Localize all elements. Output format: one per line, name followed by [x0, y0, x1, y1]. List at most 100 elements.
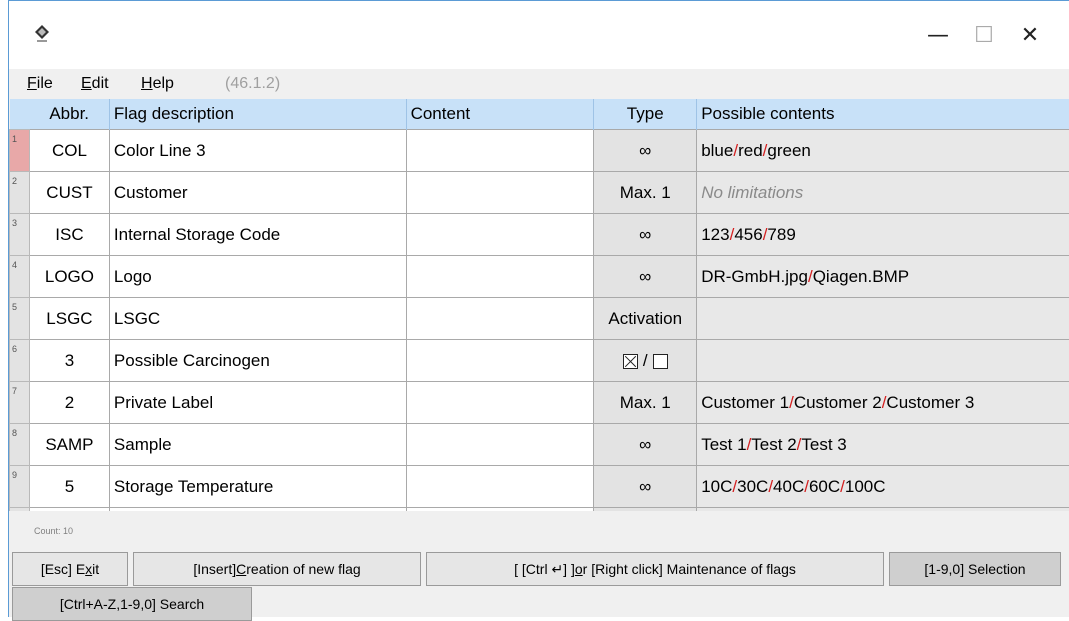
content-cell[interactable]: [406, 466, 594, 508]
abbr-cell[interactable]: SAMP: [29, 424, 109, 466]
type-cell[interactable]: Max. 1: [594, 382, 697, 424]
unchecked-checkbox-icon: [653, 354, 668, 369]
possible-contents-cell[interactable]: [697, 340, 1069, 382]
possible-contents-cell[interactable]: 123/456/789: [697, 214, 1069, 256]
table-row[interactable]: 63Possible Carcinogen /: [10, 340, 1069, 382]
content-cell[interactable]: [406, 214, 594, 256]
possible-value: 789: [767, 225, 795, 244]
row-number[interactable]: 9: [10, 466, 30, 508]
abbr-cell[interactable]: CUST: [29, 172, 109, 214]
row-number[interactable]: 4: [10, 256, 30, 298]
table-row[interactable]: 4LOGOLogo ∞DR-GmbH.jpg/Qiagen.BMP: [10, 256, 1069, 298]
type-separator: /: [643, 351, 648, 370]
abbr-cell[interactable]: LOGO: [29, 256, 109, 298]
row-count: Count: 10: [34, 526, 73, 536]
description-cell[interactable]: Storage Temperature: [109, 466, 406, 508]
content-cell[interactable]: [406, 340, 594, 382]
selection-button[interactable]: [1-9,0] Selection: [889, 552, 1061, 586]
abbr-cell[interactable]: ISC: [29, 214, 109, 256]
description-cell[interactable]: Sample: [109, 424, 406, 466]
menu-bar: File Edit Help (46.1.2): [9, 69, 1069, 99]
table-row[interactable]: 3ISCInternal Storage Code ∞123/456/789: [10, 214, 1069, 256]
content-cell[interactable]: [406, 382, 594, 424]
content-cell[interactable]: [406, 130, 594, 172]
content-cell[interactable]: [406, 256, 594, 298]
possible-contents-cell[interactable]: No limitations: [697, 172, 1069, 214]
abbr-cell[interactable]: 4: [29, 508, 109, 512]
possible-contents-cell[interactable]: Test 1/Test 2/Test 3: [697, 424, 1069, 466]
description-cell[interactable]: LSGC: [109, 298, 406, 340]
maximize-button[interactable]: ☐: [961, 13, 1007, 57]
menu-file[interactable]: File: [27, 75, 53, 93]
possible-contents-cell[interactable]: Customer 1/Customer 2/Customer 3: [697, 382, 1069, 424]
type-cell[interactable]: ∞: [594, 256, 697, 298]
type-cell[interactable]: Activation: [594, 298, 697, 340]
content-cell[interactable]: [406, 424, 594, 466]
table-row[interactable]: 8SAMPSample ∞Test 1/Test 2/Test 3: [10, 424, 1069, 466]
minimize-button[interactable]: —: [915, 13, 961, 57]
table-row[interactable]: 95Storage Temperature ∞10C/30C/40C/60C/10…: [10, 466, 1069, 508]
column-header-content[interactable]: Content: [406, 99, 594, 130]
possible-contents-cell[interactable]: 10C/30C/40C/60C/100C: [697, 466, 1069, 508]
exit-button[interactable]: [Esc] Exit: [12, 552, 128, 586]
possible-contents-cell[interactable]: blue/red/green: [697, 130, 1069, 172]
row-number[interactable]: 7: [10, 382, 30, 424]
possible-value: Customer 2: [794, 393, 882, 412]
row-number[interactable]: 5: [10, 298, 30, 340]
description-cell[interactable]: Tumor Promoter: [109, 508, 406, 512]
possible-contents-cell[interactable]: DR-GmbH.jpg/Qiagen.BMP: [697, 256, 1069, 298]
description-cell[interactable]: Color Line 3: [109, 130, 406, 172]
table-row[interactable]: 04Tumor Promoter Activation: [10, 508, 1069, 512]
abbr-cell[interactable]: COL: [29, 130, 109, 172]
content-cell[interactable]: [406, 508, 594, 512]
type-cell[interactable]: Activation: [594, 508, 697, 512]
column-header-type[interactable]: Type: [594, 99, 697, 130]
row-number[interactable]: 0: [10, 508, 30, 512]
app-logo-icon: [31, 23, 53, 45]
type-cell[interactable]: ∞: [594, 424, 697, 466]
row-number[interactable]: 2: [10, 172, 30, 214]
row-number[interactable]: 1: [10, 130, 30, 172]
type-cell[interactable]: ∞: [594, 466, 697, 508]
no-limitations-text: No limitations: [701, 183, 803, 202]
row-number[interactable]: 8: [10, 424, 30, 466]
possible-value: Test 3: [801, 435, 846, 454]
content-cell[interactable]: [406, 172, 594, 214]
abbr-cell[interactable]: 2: [29, 382, 109, 424]
description-cell[interactable]: Logo: [109, 256, 406, 298]
type-cell[interactable]: ∞: [594, 214, 697, 256]
column-header-description[interactable]: Flag description: [109, 99, 406, 130]
column-header-possible-contents[interactable]: Possible contents: [697, 99, 1069, 130]
maintenance-button[interactable]: [ [Ctrl ↵] ] or [Right click] Maintenanc…: [426, 552, 884, 586]
description-cell[interactable]: Internal Storage Code: [109, 214, 406, 256]
abbr-cell[interactable]: LSGC: [29, 298, 109, 340]
abbr-cell[interactable]: 5: [29, 466, 109, 508]
table-header-row: Abbr. Flag description Content Type Poss…: [10, 99, 1069, 130]
possible-contents-cell[interactable]: [697, 508, 1069, 512]
row-number[interactable]: 3: [10, 214, 30, 256]
table-row[interactable]: 1COLColor Line 3 ∞blue/red/green: [10, 130, 1069, 172]
possible-value: 10C: [701, 477, 732, 496]
possible-contents-cell[interactable]: [697, 298, 1069, 340]
column-header-abbr[interactable]: Abbr.: [29, 99, 109, 130]
description-cell[interactable]: Customer: [109, 172, 406, 214]
flags-table: Abbr. Flag description Content Type Poss…: [9, 99, 1069, 511]
create-flag-button[interactable]: [Insert] Creation of new flag: [133, 552, 421, 586]
description-cell[interactable]: Private Label: [109, 382, 406, 424]
type-cell[interactable]: ∞: [594, 130, 697, 172]
content-cell[interactable]: [406, 298, 594, 340]
possible-value: 30C: [737, 477, 768, 496]
table-row[interactable]: 5LSGCLSGCActivation: [10, 298, 1069, 340]
row-number[interactable]: 6: [10, 340, 30, 382]
description-cell[interactable]: Possible Carcinogen: [109, 340, 406, 382]
table-row[interactable]: 72Private Label Max. 1Customer 1/Customer…: [10, 382, 1069, 424]
type-cell[interactable]: Max. 1: [594, 172, 697, 214]
menu-help[interactable]: Help: [141, 75, 174, 93]
type-cell[interactable]: /: [594, 340, 697, 382]
abbr-cell[interactable]: 3: [29, 340, 109, 382]
table-row[interactable]: 2CUSTCustomer Max. 1No limitations: [10, 172, 1069, 214]
search-button[interactable]: [Ctrl+A-Z,1-9,0] Search: [12, 587, 252, 621]
possible-value: 60C: [809, 477, 840, 496]
menu-edit[interactable]: Edit: [81, 75, 109, 93]
close-button[interactable]: ✕: [1007, 13, 1053, 57]
